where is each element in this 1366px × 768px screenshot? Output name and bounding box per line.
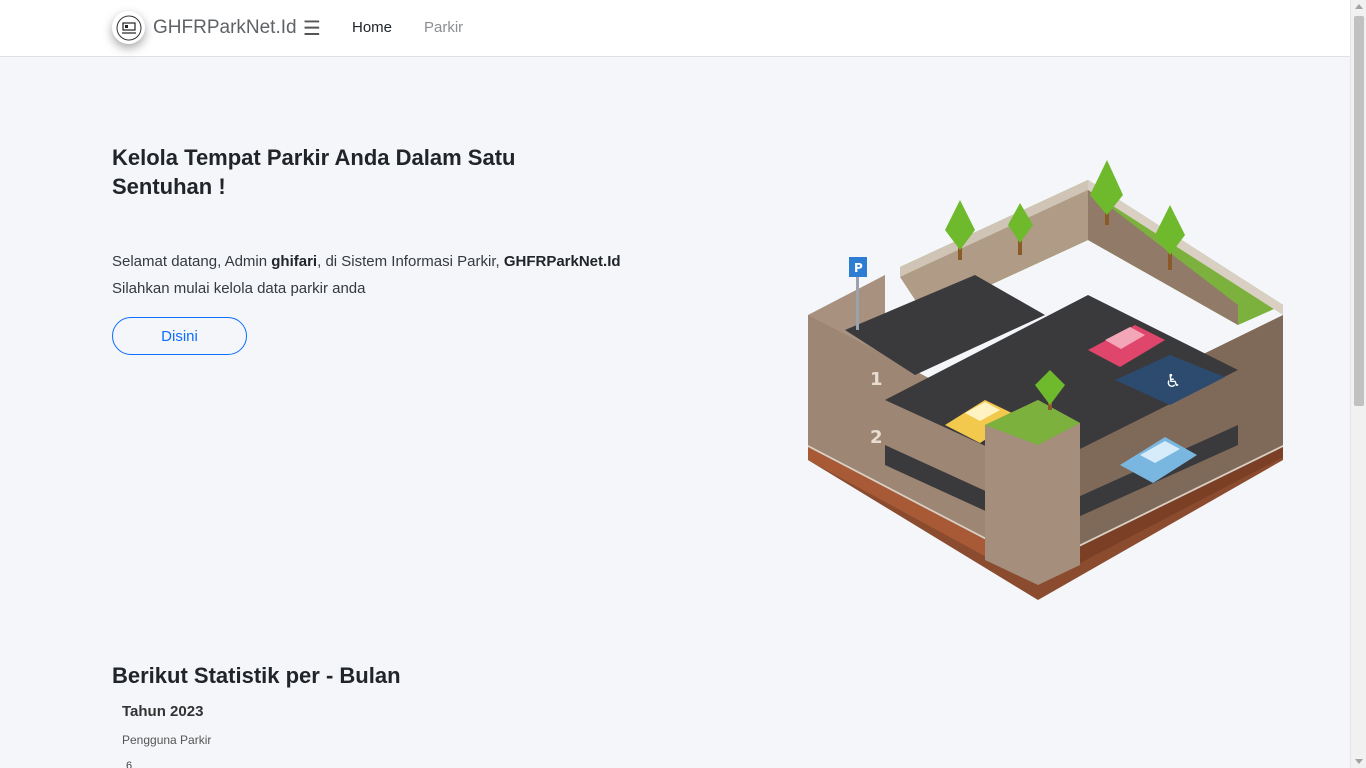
nav-home-link[interactable]: Home bbox=[352, 19, 392, 36]
vertical-scrollbar[interactable] bbox=[1350, 0, 1366, 768]
chart-title: Tahun 2023 bbox=[122, 703, 204, 720]
parking-sign-label: P bbox=[854, 261, 863, 275]
welcome-prefix: Selamat datang, Admin bbox=[112, 253, 272, 270]
hero-title: Kelola Tempat Parkir Anda Dalam Satu Sen… bbox=[112, 145, 516, 199]
disini-button[interactable]: Disini bbox=[112, 317, 247, 355]
welcome-middle: , di Sistem Informasi Parkir, bbox=[317, 253, 504, 270]
svg-text:♿: ♿ bbox=[1165, 371, 1181, 392]
statistics-heading: Berikut Statistik per - Bulan bbox=[112, 663, 401, 688]
chart-subtitle: Pengguna Parkir bbox=[122, 733, 212, 747]
floor-1-label: 1 bbox=[870, 369, 883, 390]
system-name: GHFRParkNet.Id bbox=[503, 253, 621, 270]
parking-garage-illustration: ♿ P 1 2 bbox=[808, 160, 1283, 600]
chart-y-tick: 6 bbox=[126, 760, 133, 768]
brand-name: GHFRParkNet.Id bbox=[153, 16, 297, 38]
welcome-text: Selamat datang, Admin ghifari, di Sistem… bbox=[112, 252, 621, 272]
hero-subtext: Silahkan mulai kelola data parkir anda bbox=[112, 280, 366, 297]
nav-parkir-link[interactable]: Parkir bbox=[424, 19, 463, 36]
scroll-thumb[interactable] bbox=[1354, 16, 1364, 406]
floor-2-label: 2 bbox=[870, 427, 883, 448]
top-navbar: GHFRParkNet.Id ☰ Home Parkir bbox=[0, 0, 1350, 57]
admin-name: ghifari bbox=[271, 253, 318, 270]
brand-logo bbox=[112, 11, 145, 44]
hamburger-icon[interactable]: ☰ bbox=[303, 16, 321, 41]
scroll-up-arrow-icon[interactable] bbox=[1355, 4, 1363, 9]
scroll-down-arrow-icon[interactable] bbox=[1355, 759, 1363, 764]
brand[interactable]: GHFRParkNet.Id bbox=[112, 11, 297, 44]
